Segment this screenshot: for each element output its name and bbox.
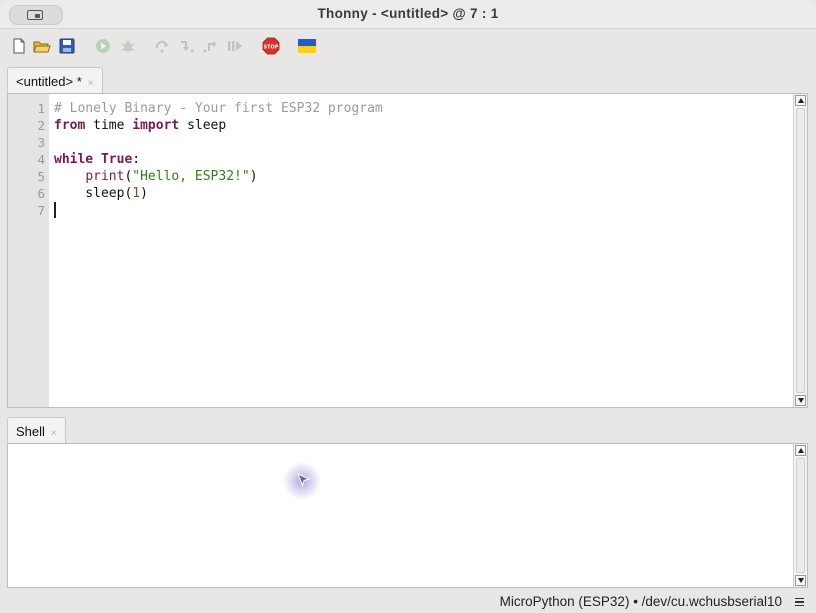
status-bar: MicroPython (ESP32) • /dev/cu.wchusbseri… — [0, 589, 816, 613]
tab-close-icon[interactable]: × — [51, 428, 57, 439]
code-number: 1 — [132, 186, 141, 201]
code-text: : — [132, 152, 141, 167]
ukraine-flag-icon[interactable] — [298, 37, 316, 55]
tab-shell[interactable]: Shell × — [7, 417, 66, 443]
interpreter-status[interactable]: MicroPython (ESP32) • /dev/cu.wchusbseri… — [500, 594, 782, 609]
code-text: time — [85, 118, 133, 133]
tab-close-icon[interactable]: × — [88, 78, 94, 89]
step-over-icon[interactable] — [154, 37, 172, 55]
svg-text:STOP: STOP — [264, 44, 279, 50]
tab-label: Shell — [16, 424, 45, 439]
toolbar: STOP — [0, 29, 816, 63]
code-keyword: from — [54, 118, 86, 133]
step-out-icon[interactable] — [202, 37, 220, 55]
line-number: 3 — [37, 135, 45, 150]
code-line: while True: — [54, 152, 140, 167]
scroll-down-arrow-icon[interactable] — [795, 575, 806, 586]
code-keyword: import — [132, 118, 180, 133]
hamburger-menu-icon[interactable] — [795, 598, 804, 606]
window-title: Thonny - <untitled> @ 7 : 1 — [317, 6, 499, 21]
tab-untitled[interactable]: <untitled> * × — [7, 67, 103, 93]
code-keyword: True — [100, 152, 133, 167]
code-line: sleep(1) — [54, 186, 148, 201]
text-caret — [54, 202, 56, 218]
code-text: sleep — [179, 118, 227, 133]
code-line: from time import sleep — [54, 118, 226, 133]
debug-icon[interactable] — [119, 37, 137, 55]
mouse-pointer-icon — [297, 473, 311, 488]
line-number: 7 — [37, 203, 45, 218]
code-builtin: print — [85, 169, 125, 184]
tab-label: <untitled> * — [16, 74, 82, 89]
code-string: "Hello, ESP32!" — [132, 169, 250, 184]
line-number: 6 — [37, 186, 45, 201]
scroll-up-arrow-icon[interactable] — [795, 95, 806, 106]
run-icon[interactable] — [94, 37, 112, 55]
code-keyword: while — [54, 152, 94, 167]
stop-icon[interactable]: STOP — [262, 37, 280, 55]
line-number: 4 — [37, 152, 45, 167]
code-line: print("Hello, ESP32!") — [54, 169, 258, 184]
new-file-icon[interactable] — [10, 37, 28, 55]
code-editor[interactable]: 1 2 3 4 5 6 7 # Lonely Binary - Your fir… — [7, 93, 808, 408]
editor-scrollbar[interactable] — [793, 94, 807, 407]
title-bar: Thonny - <untitled> @ 7 : 1 — [0, 0, 816, 29]
resume-icon[interactable] — [226, 37, 244, 55]
scroll-up-arrow-icon[interactable] — [795, 445, 806, 456]
code-line: # Lonely Binary - Your first ESP32 progr… — [54, 101, 383, 116]
thonny-window: Thonny - <untitled> @ 7 : 1 STOP <untitl… — [0, 0, 816, 613]
open-folder-icon[interactable] — [33, 37, 51, 55]
scrollbar-thumb[interactable] — [796, 458, 805, 573]
scroll-down-arrow-icon[interactable] — [795, 395, 806, 406]
line-number: 1 — [37, 101, 45, 116]
scrollbar-thumb[interactable] — [796, 108, 805, 393]
code-text: ) — [249, 169, 258, 184]
code-text: sleep( — [54, 186, 133, 201]
mouse-pointer-highlight — [283, 462, 321, 500]
shell-panel[interactable] — [7, 443, 808, 588]
code-text: ) — [140, 186, 148, 201]
code-comment: # Lonely Binary - Your first ESP32 progr… — [54, 101, 383, 116]
shell-scrollbar[interactable] — [793, 444, 807, 587]
line-number: 2 — [37, 118, 45, 133]
step-into-icon[interactable] — [178, 37, 196, 55]
line-number-gutter: 1 2 3 4 5 6 7 — [8, 94, 49, 407]
line-number: 5 — [37, 169, 45, 184]
save-icon[interactable] — [58, 37, 76, 55]
